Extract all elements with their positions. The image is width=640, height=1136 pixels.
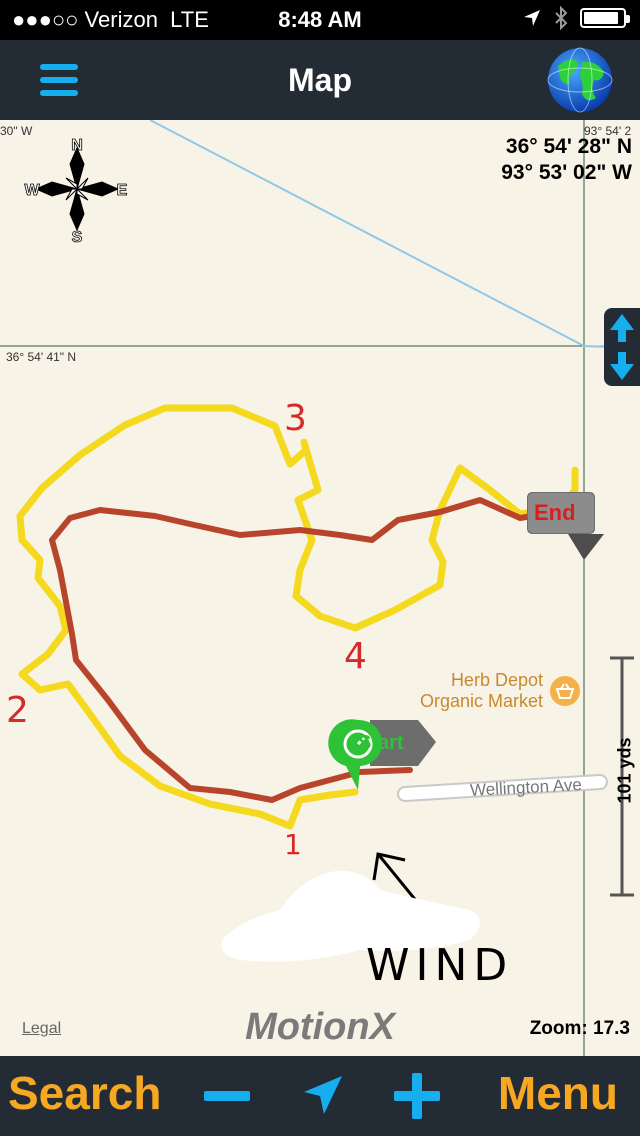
map-view[interactable]: 30" W 93° 54' 2 36° 54' 41" N 36° 54' 28… [0, 120, 640, 1056]
svg-text:E: E [117, 182, 128, 199]
top-nav-bar: Map [0, 40, 640, 120]
scale-label: 101 yds [614, 737, 635, 804]
annotation-1: 1 [284, 828, 302, 861]
coordinates-readout: 36° 54' 28" N 93° 53' 02" W [501, 134, 632, 186]
status-bar: ●●●○○ Verizon LTE 8:48 AM [0, 0, 640, 40]
svg-text:W: W [24, 182, 40, 199]
search-button[interactable]: Search [8, 1066, 161, 1120]
track-yellow [16, 404, 579, 830]
up-down-arrows-icon [610, 314, 634, 380]
annotation-4: 4 [344, 636, 367, 677]
track-red [49, 497, 548, 803]
latitude-value: 36° 54' 28" N [505, 135, 632, 158]
compass-icon: N S W E [24, 137, 128, 244]
status-icons [522, 6, 630, 30]
start-label: Start [358, 732, 404, 754]
bluetooth-icon [555, 6, 568, 30]
map-expand-toggle[interactable] [604, 308, 640, 386]
shopping-basket-icon[interactable] [550, 676, 580, 706]
globe-icon[interactable] [546, 46, 614, 114]
map-canvas [0, 120, 640, 1056]
page-title: Map [288, 62, 352, 98]
annotation-3: 3 [284, 398, 307, 439]
svg-text:N: N [71, 137, 83, 154]
longitude-value: 93° 53' 02" W [501, 161, 632, 184]
end-label: End [534, 500, 576, 525]
latitude-label: 36° 54' 41" N [6, 350, 77, 364]
location-services-icon [524, 10, 540, 26]
bottom-toolbar: Search Menu [0, 1056, 640, 1136]
menu-button[interactable]: Menu [498, 1066, 618, 1120]
battery-icon [580, 8, 630, 28]
annotation-2: 2 [6, 690, 29, 731]
poi-name[interactable]: Herb Depot Organic Market [398, 670, 543, 712]
wind-label: WIND [366, 940, 514, 991]
location-arrow-icon[interactable] [298, 1070, 348, 1120]
zoom-level: Zoom: 17.3 [529, 1018, 630, 1039]
svg-text:S: S [72, 229, 83, 244]
